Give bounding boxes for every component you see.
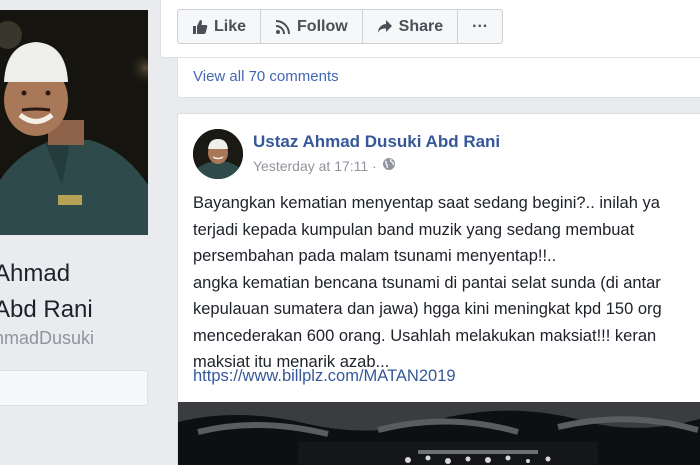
- globe-icon[interactable]: [382, 157, 396, 174]
- post-text-line: mencederakan 600 orang. Usahlah melakuka…: [193, 326, 657, 345]
- post-text-line: Bayangkan kematian menyentap saat sedang…: [193, 194, 660, 212]
- profile-name[interactable]: Ahmad Abd Rani: [0, 256, 93, 328]
- profile-name-line2: Abd Rani: [0, 296, 93, 323]
- follow-label: Follow: [297, 17, 348, 35]
- follow-button[interactable]: Follow: [260, 9, 363, 44]
- rss-icon: [275, 19, 291, 35]
- post-meta: Yesterday at 17:11 ·: [253, 157, 396, 174]
- post-text-line: persembahan pada malam tsunami menyentap…: [193, 247, 557, 265]
- share-button[interactable]: Share: [361, 9, 459, 44]
- profile-sidebar: Ahmad Abd Rani hmadDusuki: [0, 0, 162, 465]
- share-arrow-icon: [377, 19, 393, 35]
- avatar[interactable]: [193, 129, 243, 179]
- post-text-line: terjadi kepada kumpulan band muzik yang …: [193, 220, 635, 239]
- more-options-button[interactable]: ···: [457, 9, 504, 44]
- more-icon: ···: [472, 17, 489, 35]
- view-all-comments-link[interactable]: View all 70 comments: [193, 68, 339, 85]
- post-text-line: angka kematian bencana tsunami di pantai…: [193, 273, 661, 292]
- like-label: Like: [214, 17, 247, 35]
- post-body: Bayangkan kematian menyentap saat sedang…: [193, 190, 700, 376]
- post-text-line: kepulauan sumatera dan jawa) hgga kini m…: [193, 300, 662, 318]
- profile-name-line1: Ahmad: [0, 260, 71, 287]
- like-button[interactable]: Like: [177, 9, 262, 44]
- sidebar-box[interactable]: [0, 370, 148, 406]
- profile-photo[interactable]: [0, 10, 148, 235]
- post-timestamp[interactable]: Yesterday at 17:11 ·: [253, 158, 377, 174]
- post-image[interactable]: [178, 402, 700, 465]
- post-author-name[interactable]: Ustaz Ahmad Dusuki Abd Rani: [253, 132, 500, 152]
- profile-handle[interactable]: hmadDusuki: [0, 328, 94, 349]
- action-bar: Like Follow Share ···: [177, 9, 504, 44]
- thumbs-up-icon: [192, 19, 208, 35]
- post-link[interactable]: https://www.billplz.com/MATAN2019: [193, 367, 456, 386]
- share-label: Share: [398, 17, 444, 35]
